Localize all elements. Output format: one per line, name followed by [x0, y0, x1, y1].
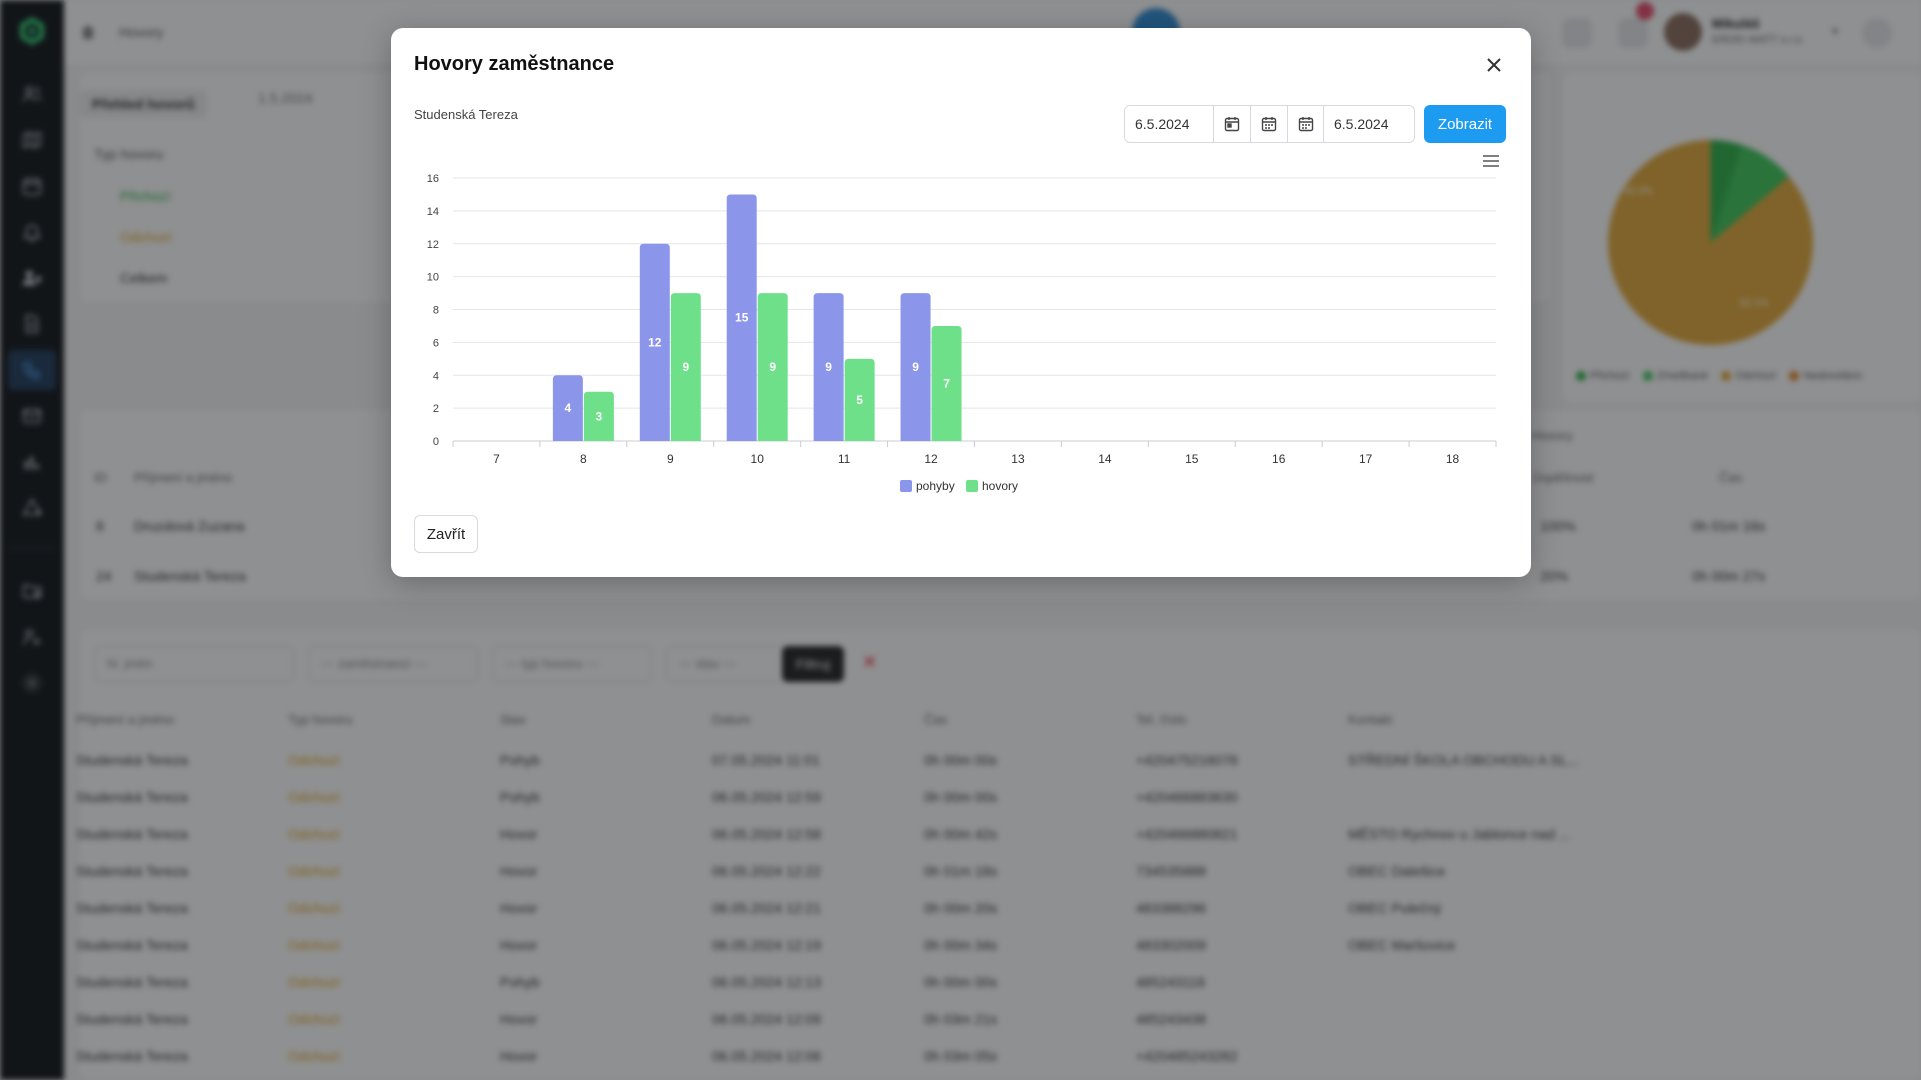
x-tick-label: 13 — [1011, 452, 1025, 466]
y-tick-label: 2 — [433, 403, 439, 415]
data-label: 9 — [769, 360, 776, 374]
close-button[interactable]: Zavřít — [414, 515, 478, 553]
x-tick-label: 17 — [1359, 452, 1373, 466]
legend-swatch-pohyby — [900, 480, 912, 492]
legend-label: pohyby — [916, 479, 955, 493]
y-tick-label: 12 — [427, 239, 439, 251]
x-tick-label: 8 — [580, 452, 587, 466]
x-tick-label: 15 — [1185, 452, 1199, 466]
data-label: 9 — [682, 360, 689, 374]
x-tick-label: 7 — [493, 452, 500, 466]
legend-swatch-hovory — [966, 480, 978, 492]
y-tick-label: 0 — [433, 436, 439, 448]
data-label: 4 — [565, 401, 572, 415]
data-label: 3 — [596, 409, 603, 423]
x-tick-label: 16 — [1272, 452, 1286, 466]
data-label: 12 — [648, 335, 662, 349]
y-tick-label: 14 — [427, 206, 439, 218]
data-label: 5 — [856, 393, 863, 407]
data-label: 9 — [912, 360, 919, 374]
employee-calls-modal: Hovory zaměstnance Studenská Tereza Zobr… — [391, 28, 1531, 577]
data-label: 7 — [943, 376, 950, 390]
y-tick-label: 4 — [433, 370, 439, 382]
y-tick-label: 10 — [427, 272, 439, 284]
x-tick-label: 11 — [838, 452, 851, 466]
legend-label: hovory — [982, 479, 1018, 493]
x-tick-label: 10 — [751, 452, 765, 466]
y-tick-label: 6 — [433, 337, 439, 349]
x-tick-label: 14 — [1098, 452, 1112, 466]
data-label: 15 — [735, 311, 749, 325]
data-label: 9 — [825, 360, 832, 374]
y-tick-label: 16 — [427, 173, 439, 185]
hourly-calls-chart: 0 2 4 6 8 10 12 14 16 7 8 4 3 9 12 9 10 15 9 11 9 5 12 9 7 13 14 15… — [427, 173, 1497, 493]
y-tick-label: 8 — [433, 305, 439, 317]
x-tick-label: 9 — [667, 452, 674, 466]
x-tick-label: 18 — [1446, 452, 1460, 466]
x-tick-label: 12 — [924, 452, 938, 466]
